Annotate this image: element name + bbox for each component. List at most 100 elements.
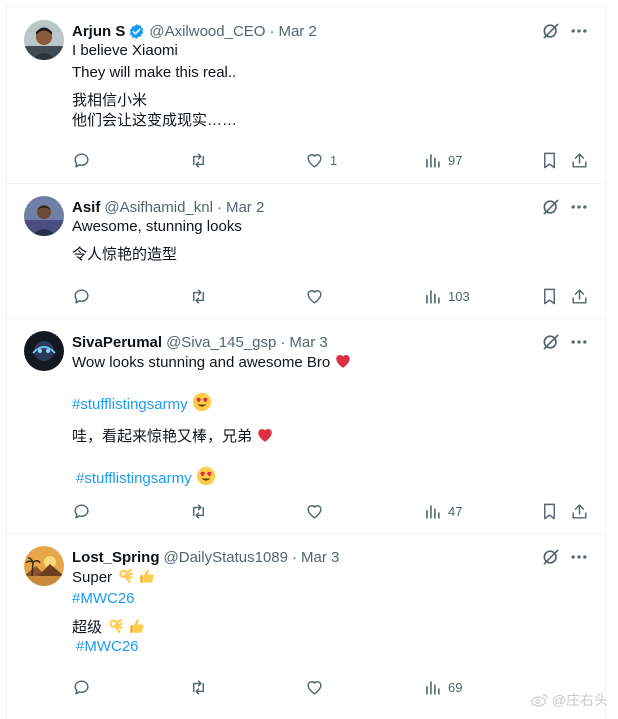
bookmark-button[interactable] [540,150,559,170]
hashtag-link[interactable]: #MWC26 [72,590,135,607]
tweet-text-translated: 令人惊艳的造型 [72,246,178,263]
user-handle[interactable]: @Asifhamid_knl [104,199,213,216]
views-button[interactable]: 97 [423,150,462,170]
more-icon[interactable] [569,547,589,567]
share-icon [572,152,587,168]
heart-eyes-emoji [196,466,215,486]
thumbs-up-emoji [130,619,144,633]
tweet-text-line: I believe Xiaomi [72,42,178,59]
user-handle[interactable]: @Axilwood_CEO [149,23,265,40]
reply-icon [74,152,89,168]
view-count: 97 [448,152,463,168]
thumbs-up-emoji [140,569,154,583]
tweet-header: Arjun S @Axilwood_CEO · Mar 2 [72,21,317,41]
heart-eyes-emoji [192,392,211,412]
display-name[interactable]: Arjun S [72,23,125,40]
reply-button[interactable] [72,150,91,170]
bookmark-button[interactable] [540,501,559,521]
retweet-icon [193,288,204,304]
tweet-text-translated: 他们会让这变成现实…… [72,112,238,129]
retweet-icon [193,679,204,695]
ok-hand-emoji [109,618,123,634]
tweet-text: 超级 [72,619,103,636]
separator-dot: · [280,333,286,351]
like-icon [307,504,322,519]
share-icon [572,288,587,304]
views-icon [426,680,440,695]
share-button[interactable] [570,286,589,306]
tweet-text-translated: 哇，看起来惊艳又棒，兄弟 [72,426,274,447]
tweet-date[interactable]: Mar 2 [278,23,316,40]
hashtag-link[interactable]: #stufflistingsarmy [76,470,192,487]
reply-button[interactable] [72,286,91,306]
hashtag-link[interactable]: #stufflistingsarmy [72,396,188,413]
weibo-logo-icon [530,694,548,707]
watermark-text: @庄右头 [551,692,608,708]
tweet-hashtag-line: #MWC26 [76,637,139,657]
views-button[interactable]: 103 [423,286,470,306]
user-handle[interactable]: @Siva_145_gsp [166,334,276,351]
retweet-button[interactable] [189,150,208,170]
tweet-text: Wow looks stunning and awesome Bro [72,354,331,371]
heart-emoji [258,429,272,442]
retweet-button[interactable] [189,677,208,697]
user-handle[interactable]: @DailyStatus1089 [164,549,288,566]
watermark: @庄右头 [530,690,608,710]
share-button[interactable] [570,501,589,521]
tweet-text: 哇，看起来惊艳又棒，兄弟 [72,428,253,445]
like-button[interactable] [305,501,324,521]
hashtag-link[interactable]: #MWC26 [76,638,139,655]
more-icon[interactable] [569,197,589,217]
bookmark-icon [544,288,555,304]
tweet-text: Super [72,569,113,586]
tweet-actions: 69 [7,677,605,697]
tweet-asif[interactable]: Asif @Asifhamid_knl · Mar 2 Awesome, stu… [7,183,605,319]
tweet-sivaperumal[interactable]: SivaPerumal @Siva_145_gsp · Mar 3 Wow lo… [7,318,605,534]
views-button[interactable]: 47 [423,501,462,521]
grok-icon[interactable] [541,197,561,217]
views-icon [426,289,440,304]
display-name[interactable]: Asif [72,199,100,216]
tweet-arjun[interactable]: Arjun S @Axilwood_CEO · Mar 2 I believe … [7,7,605,184]
avatar[interactable] [24,546,64,586]
tweet-text-line: They will make this real.. [72,64,237,81]
grok-icon[interactable] [541,21,561,41]
tweet-actions: 1 97 [7,150,605,170]
avatar[interactable] [24,20,64,60]
like-button[interactable]: 1 [305,150,337,170]
more-icon[interactable] [569,21,589,41]
reply-button[interactable] [72,677,91,697]
display-name[interactable]: SivaPerumal [72,334,162,351]
reply-button[interactable] [72,501,91,521]
like-button[interactable] [305,677,324,697]
tweet-date[interactable]: Mar 3 [289,334,327,351]
bookmark-button[interactable] [540,286,559,306]
like-button[interactable] [305,286,324,306]
display-name[interactable]: Lost_Spring [72,549,160,566]
reply-icon [74,679,89,695]
tweet-text-translated: 我相信小米 [72,92,148,109]
views-button[interactable]: 69 [423,677,462,697]
tweet-lost-spring[interactable]: Lost_Spring @DailyStatus1089 · Mar 3 Sup… [7,533,605,719]
like-count: 1 [330,152,338,168]
grok-icon[interactable] [541,332,561,352]
ok-hand-emoji [119,568,133,584]
tweet-date[interactable]: Mar 3 [301,549,339,566]
retweet-icon [193,152,204,168]
avatar[interactable] [24,331,64,371]
grok-icon[interactable] [541,547,561,567]
tweet-text-translated: 超级 [72,617,146,638]
retweet-button[interactable] [189,286,208,306]
retweet-button[interactable] [189,501,208,521]
tweet-header: Asif @Asifhamid_knl · Mar 2 [72,197,264,217]
bookmark-icon [544,152,555,168]
avatar[interactable] [24,196,64,236]
share-button[interactable] [570,150,589,170]
tweet-text-line: Awesome, stunning looks [72,218,242,235]
view-count: 47 [448,503,463,519]
separator-dot: · [216,198,222,216]
separator-dot: · [269,22,275,40]
heart-emoji [336,355,350,368]
more-icon[interactable] [569,332,589,352]
tweet-date[interactable]: Mar 2 [226,199,264,216]
